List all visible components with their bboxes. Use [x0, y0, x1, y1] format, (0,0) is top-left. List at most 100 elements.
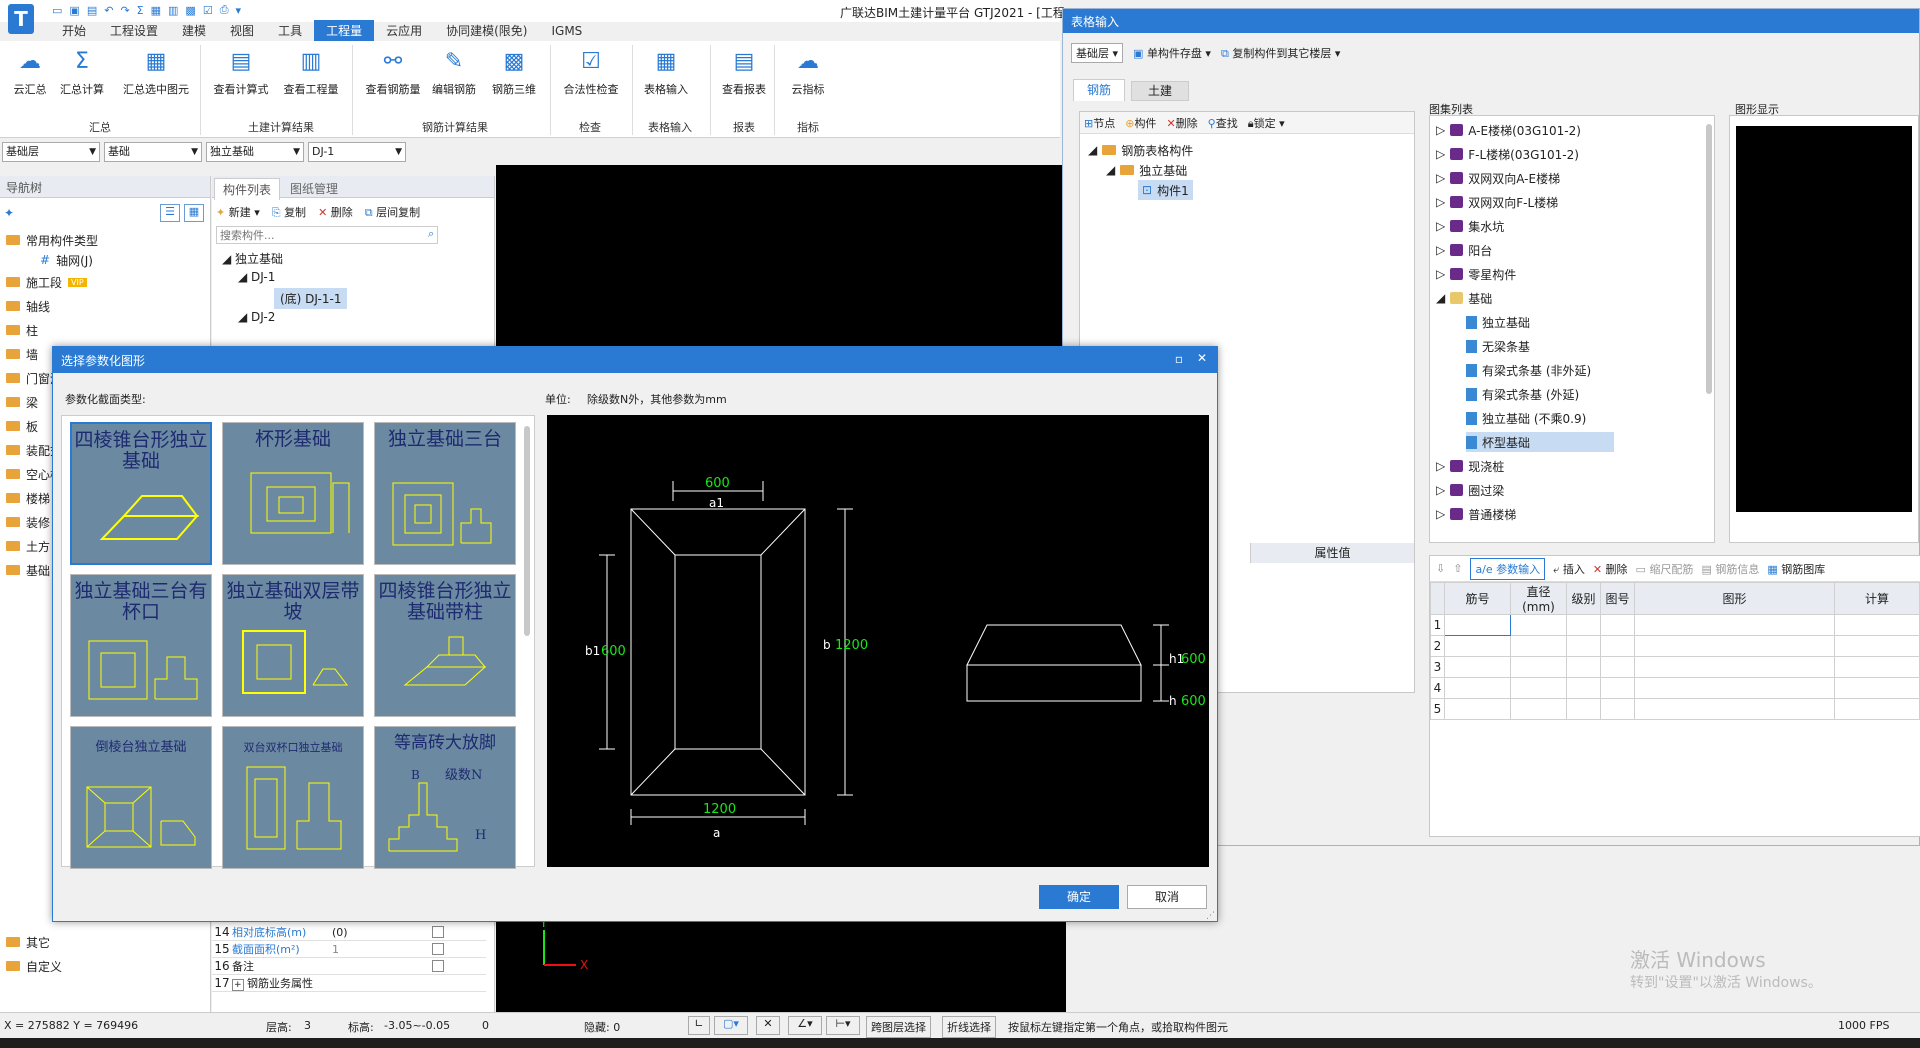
- atlas-item[interactable]: ▷ 现浇桩: [1436, 456, 1504, 476]
- lock-button[interactable]: 🔒︎锁定 ▾: [1248, 115, 1285, 131]
- pin-icon[interactable]: ✦: [4, 206, 14, 220]
- tab-collab[interactable]: 协同建模(限免): [434, 20, 539, 41]
- atlas-item[interactable]: ▷ 双网双向F-L楼梯: [1436, 192, 1558, 212]
- view-quantity-button[interactable]: ▥ 查看工程量: [276, 47, 346, 97]
- nav-item-slab[interactable]: 板: [6, 416, 38, 436]
- snap-icon[interactable]: ▢▾: [714, 1016, 748, 1035]
- undo-icon[interactable]: ↶: [104, 4, 113, 17]
- tree-dj1[interactable]: ◢ DJ-1: [238, 270, 275, 284]
- nav-item-finishing[interactable]: 装修: [6, 512, 50, 532]
- tree-component1[interactable]: ⊡ 构件1: [1138, 180, 1193, 200]
- view-formula-button[interactable]: ▤ 查看计算式: [206, 47, 276, 97]
- move-down-icon[interactable]: ⇩: [1436, 562, 1445, 575]
- atlas-item[interactable]: ▷ 集水坑: [1436, 216, 1504, 236]
- view-report-button[interactable]: ▤ 查看报表: [712, 47, 776, 97]
- table-row[interactable]: 4: [1430, 677, 1920, 699]
- thumbnail-scrollbar[interactable]: [524, 426, 530, 636]
- angle-icon[interactable]: ∠▾: [788, 1016, 822, 1035]
- tab-modeling[interactable]: 建模: [170, 20, 218, 41]
- tab-rebar[interactable]: 钢筋: [1073, 79, 1125, 101]
- nav-item-custom[interactable]: 自定义: [6, 956, 62, 976]
- atlas-subitem[interactable]: 独立基础: [1466, 312, 1530, 332]
- tab-project-settings[interactable]: 工程设置: [98, 20, 170, 41]
- atlas-subitem[interactable]: 无梁条基: [1466, 336, 1530, 356]
- checkbox[interactable]: [432, 960, 444, 972]
- floor-select[interactable]: 基础层 ▼: [2, 142, 100, 162]
- calc-summary-button[interactable]: Σ 汇总计算: [50, 47, 114, 97]
- tbl-floor-select[interactable]: 基础层 ▾: [1071, 43, 1124, 63]
- table-row[interactable]: 3: [1430, 656, 1920, 678]
- close-icon[interactable]: ✕: [1197, 351, 1207, 365]
- tree-dj2[interactable]: ◢ DJ-2: [238, 310, 275, 324]
- atlas-item-foundation[interactable]: ◢ 基础: [1436, 288, 1492, 308]
- tab-igms[interactable]: IGMS: [539, 22, 594, 40]
- component-button[interactable]: ⊕构件: [1125, 115, 1156, 131]
- atlas-item[interactable]: ▷ F-L楼梯(03G101-2): [1436, 144, 1579, 164]
- nav-item-axis[interactable]: # 轴网(J): [40, 250, 93, 270]
- calc-selected-button[interactable]: ▦ 汇总选中图元: [118, 47, 194, 97]
- ortho-icon[interactable]: ∟: [688, 1016, 710, 1035]
- tree-delete-button[interactable]: ✕删除: [1166, 115, 1197, 131]
- rebar-3d-button[interactable]: ▩ 钢筋三维: [484, 47, 544, 97]
- thumb-three-step-cup[interactable]: 独立基础三台有杯口: [70, 574, 212, 717]
- tab-tools[interactable]: 工具: [266, 20, 314, 41]
- atlas-subitem[interactable]: 独立基础 (不乘0.9): [1466, 408, 1586, 428]
- view-rebar-button[interactable]: ⚯ 查看钢筋量: [358, 47, 428, 97]
- tab-cloud[interactable]: 云应用: [374, 20, 434, 41]
- rebar-info-button[interactable]: ▤ 钢筋信息: [1701, 561, 1759, 577]
- view-icon[interactable]: ▦: [151, 4, 161, 17]
- nav-item-column[interactable]: 柱: [6, 320, 38, 340]
- thumb-three-step[interactable]: 独立基础三台: [374, 422, 516, 565]
- list-view-icon[interactable]: ☰: [160, 204, 180, 222]
- sum-icon[interactable]: Σ: [137, 4, 144, 17]
- insert-button[interactable]: ⤶ 插入: [1553, 561, 1585, 577]
- offset-icon[interactable]: ⊢▾: [826, 1016, 860, 1035]
- redo-icon[interactable]: ↷: [120, 4, 129, 17]
- new-icon[interactable]: ▭: [52, 4, 62, 17]
- nav-item-section[interactable]: 施工段 VIP: [6, 272, 87, 292]
- floor-copy-button[interactable]: ⧉ 层间复制: [365, 204, 420, 220]
- copy-button[interactable]: ⎘ 复制: [272, 204, 306, 220]
- table-row[interactable]: 5: [1430, 698, 1920, 720]
- cross-layer-select-button[interactable]: 跨图层选择: [866, 1016, 931, 1038]
- param-input-button[interactable]: a/e 参数输入: [1470, 557, 1546, 580]
- edit-rebar-button[interactable]: ✎ 编辑钢筋: [424, 47, 484, 97]
- tree-iso-foundation[interactable]: ◢ 独立基础: [1106, 160, 1187, 180]
- report-icon[interactable]: ▥: [168, 4, 178, 17]
- resize-grip-icon[interactable]: ⋰: [1206, 911, 1215, 921]
- grid-view-icon[interactable]: ▦: [184, 204, 204, 222]
- tab-civil[interactable]: 土建: [1131, 81, 1189, 101]
- tab-quantities[interactable]: 工程量: [314, 20, 375, 41]
- atlas-item[interactable]: ▷ 圈过梁: [1436, 480, 1504, 500]
- atlas-item[interactable]: ▷ 阳台: [1436, 240, 1492, 260]
- atlas-subitem-selected[interactable]: 杯型基础: [1466, 432, 1614, 452]
- thumb-pyramid-with-column[interactable]: 四棱锥台形独立基础带柱: [374, 574, 516, 717]
- checkbox[interactable]: [432, 943, 444, 955]
- grid-icon[interactable]: ▩: [185, 4, 195, 17]
- search-icon[interactable]: ⌕: [428, 227, 434, 241]
- atlas-subitem[interactable]: 有梁式条基 (外延): [1466, 384, 1579, 404]
- print-icon[interactable]: ⎙: [220, 3, 229, 17]
- thumb-brick-footing[interactable]: 等高砖大放脚 B 级数N H: [374, 726, 516, 869]
- ok-button[interactable]: 确定: [1039, 885, 1119, 909]
- table-input-button[interactable]: ▦ 表格输入: [634, 47, 698, 97]
- rebar-library-button[interactable]: ▦ 钢筋图库: [1767, 561, 1825, 577]
- atlas-scrollbar[interactable]: [1706, 124, 1712, 394]
- cancel-button[interactable]: 取消: [1127, 885, 1207, 909]
- table-row[interactable]: 2: [1430, 635, 1920, 657]
- cross-icon[interactable]: ✕: [756, 1016, 780, 1035]
- category-select[interactable]: 基础 ▼: [104, 142, 202, 162]
- copy-to-floor-button[interactable]: ⧉ 复制构件到其它楼层 ▾: [1221, 45, 1340, 61]
- node-button[interactable]: ⊞节点: [1084, 115, 1115, 131]
- tree-rebar-root[interactable]: ◢ 钢筋表格构件: [1088, 140, 1193, 160]
- tree-root[interactable]: ◢ 独立基础: [222, 250, 283, 267]
- table-row[interactable]: 1: [1430, 614, 1920, 636]
- thumb-double-cup[interactable]: 双台双杯口独立基础: [222, 726, 364, 869]
- type-select[interactable]: 独立基础 ▼: [206, 142, 304, 162]
- thumb-cup-foundation[interactable]: 杯形基础: [222, 422, 364, 565]
- delete-button[interactable]: ✕ 删除: [318, 204, 353, 220]
- customize-icon[interactable]: ▾: [236, 4, 242, 17]
- atlas-item[interactable]: ▷ 普通楼梯: [1436, 504, 1516, 524]
- nav-item-foundation[interactable]: 基础: [6, 560, 50, 580]
- tree-dj1-1[interactable]: (底) DJ-1-1: [274, 288, 348, 309]
